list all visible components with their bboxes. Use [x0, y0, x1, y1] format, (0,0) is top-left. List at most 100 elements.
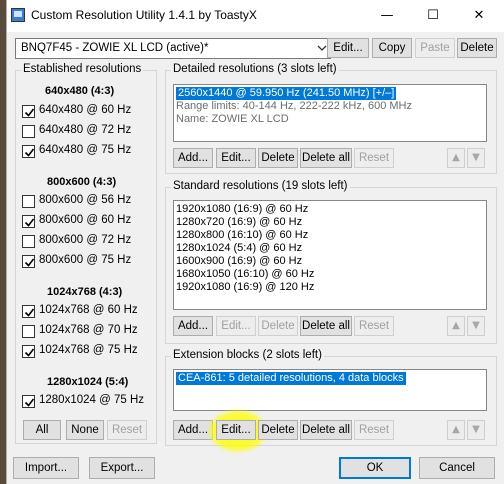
standard-reset-button[interactable]: Reset	[354, 316, 394, 336]
move-down-icon[interactable]: ▼	[467, 420, 485, 440]
checkbox-label: 800x600 @ 60 Hz	[39, 214, 132, 226]
move-up-icon[interactable]: ▲	[447, 148, 465, 168]
checkbox-label: 640x480 @ 60 Hz	[39, 104, 132, 116]
established-checkbox-1024x768-75[interactable]: 1024x768 @ 75 Hz	[22, 343, 152, 359]
established-checkbox-800x600-56[interactable]: 800x600 @ 56 Hz	[22, 193, 152, 209]
checkbox[interactable]	[22, 105, 35, 118]
extension-blocks-title: Extension blocks (2 slots left)	[171, 349, 324, 361]
move-down-icon[interactable]: ▼	[467, 148, 485, 168]
detailed-add-button[interactable]: Add...	[173, 148, 213, 168]
checkbox[interactable]	[22, 345, 35, 358]
checkbox-label: 1280x1024 @ 75 Hz	[39, 394, 145, 406]
checkbox[interactable]	[22, 395, 35, 408]
list-item[interactable]: 1600x900 (16:9) @ 60 Hz	[176, 255, 302, 268]
import-button[interactable]: Import...	[13, 457, 79, 479]
established-checkbox-1280x1024-75[interactable]: 1280x1024 @ 75 Hz	[22, 393, 152, 409]
extension-blocks-list[interactable]: CEA-861: 5 detailed resolutions, 4 data …	[173, 369, 487, 411]
minimize-icon[interactable]: —	[377, 6, 397, 26]
extension-edit-button[interactable]: Edit...	[216, 420, 256, 440]
extension-delete-all-button[interactable]: Delete all	[300, 420, 352, 440]
standard-add-button[interactable]: Add...	[173, 316, 213, 336]
standard-resolutions-title: Standard resolutions (19 slots left)	[171, 180, 350, 192]
established-all-button[interactable]: All	[23, 420, 61, 440]
established-checkbox-800x600-72[interactable]: 800x600 @ 72 Hz	[22, 233, 152, 249]
cancel-button[interactable]: Cancel	[419, 457, 495, 479]
extension-add-button[interactable]: Add...	[173, 420, 213, 440]
checkbox-label: 1024x768 @ 60 Hz	[39, 304, 138, 316]
move-up-icon[interactable]: ▲	[447, 316, 465, 336]
checkmark-icon	[24, 308, 35, 317]
established-checkbox-640x480-72[interactable]: 640x480 @ 72 Hz	[22, 123, 152, 139]
established-checkbox-640x480-60[interactable]: 640x480 @ 60 Hz	[22, 103, 152, 119]
checkbox-label: 1024x768 @ 75 Hz	[39, 344, 138, 356]
list-item[interactable]: 1680x1050 (16:10) @ 60 Hz	[176, 268, 314, 281]
established-reset-button[interactable]: Reset	[107, 420, 147, 440]
move-down-icon[interactable]: ▼	[467, 316, 485, 336]
standard-edit-button[interactable]: Edit...	[216, 316, 256, 336]
checkbox-label: 800x600 @ 72 Hz	[39, 234, 132, 246]
title-bar: Custom Resolution Utility 1.4.1 by Toast…	[7, 0, 504, 32]
monitor-edit-button[interactable]: Edit...	[327, 38, 369, 58]
list-item[interactable]: 1920x1080 (16:9) @ 60 Hz	[176, 203, 308, 216]
checkmark-icon	[24, 108, 35, 117]
app-window: Custom Resolution Utility 1.4.1 by Toast…	[6, 0, 504, 484]
checkbox[interactable]	[22, 305, 35, 318]
established-resolutions-title: Established resolutions	[21, 63, 144, 75]
detailed-resolutions-list[interactable]: 2560x1440 @ 59.950 Hz (241.50 MHz) [+/–]…	[173, 84, 487, 142]
checkbox[interactable]	[22, 145, 35, 158]
checkbox-label: 800x600 @ 56 Hz	[39, 194, 132, 206]
close-icon[interactable]: ✕	[469, 6, 489, 26]
checkmark-icon	[24, 218, 35, 227]
checkbox[interactable]	[22, 195, 35, 208]
checkmark-icon	[24, 398, 35, 407]
monitor-copy-button[interactable]: Copy	[372, 38, 412, 58]
checkbox[interactable]	[22, 125, 35, 138]
list-item[interactable]: 1920x1080 (16:9) @ 120 Hz	[176, 281, 314, 294]
detailed-delete-all-button[interactable]: Delete all	[300, 148, 352, 168]
extension-reset-button[interactable]: Reset	[354, 420, 394, 440]
export-button[interactable]: Export...	[89, 457, 155, 479]
established-none-button[interactable]: None	[66, 420, 104, 440]
checkmark-icon	[24, 148, 35, 157]
detailed-edit-button[interactable]: Edit...	[216, 148, 256, 168]
standard-delete-all-button[interactable]: Delete all	[300, 316, 352, 336]
chevron-down-icon	[317, 45, 327, 51]
ok-button[interactable]: OK	[339, 457, 411, 479]
list-item[interactable]: Range limits: 40-144 Hz, 222-222 kHz, 60…	[176, 100, 412, 113]
checkbox-label: 640x480 @ 75 Hz	[39, 144, 132, 156]
detailed-resolutions-title: Detailed resolutions (3 slots left)	[171, 63, 339, 75]
maximize-icon[interactable]: ☐	[423, 6, 443, 26]
checkmark-icon	[24, 348, 35, 357]
monitor-select-value: BNQ7F45 - ZOWIE XL LCD (active)*	[21, 42, 209, 54]
standard-delete-button[interactable]: Delete	[258, 316, 298, 336]
established-heading: 800x600 (4:3)	[47, 176, 117, 188]
detailed-delete-button[interactable]: Delete	[258, 148, 298, 168]
established-checkbox-1024x768-60[interactable]: 1024x768 @ 60 Hz	[22, 303, 152, 319]
app-icon	[11, 8, 25, 22]
established-heading: 1280x1024 (5:4)	[47, 376, 129, 388]
established-checkbox-800x600-60[interactable]: 800x600 @ 60 Hz	[22, 213, 152, 229]
monitor-select[interactable]: BNQ7F45 - ZOWIE XL LCD (active)*	[15, 38, 331, 59]
move-up-icon[interactable]: ▲	[447, 420, 465, 440]
checkbox[interactable]	[22, 235, 35, 248]
detailed-reset-button[interactable]: Reset	[354, 148, 394, 168]
standard-resolutions-list[interactable]: 1920x1080 (16:9) @ 60 Hz 1280x720 (16:9)…	[173, 200, 487, 310]
monitor-delete-button[interactable]: Delete	[457, 38, 497, 58]
list-item[interactable]: 1280x720 (16:9) @ 60 Hz	[176, 216, 302, 229]
list-item[interactable]: 1280x1024 (5:4) @ 60 Hz	[176, 242, 302, 255]
list-item[interactable]: Name: ZOWIE XL LCD	[176, 113, 289, 126]
established-heading: 640x480 (4:3)	[45, 85, 115, 97]
established-checkbox-800x600-75[interactable]: 800x600 @ 75 Hz	[22, 253, 152, 269]
checkbox[interactable]	[22, 325, 35, 338]
checkbox[interactable]	[22, 215, 35, 228]
list-item[interactable]: 1280x800 (16:10) @ 60 Hz	[176, 229, 308, 242]
monitor-paste-button[interactable]: Paste	[415, 38, 455, 58]
established-checkbox-1024x768-70[interactable]: 1024x768 @ 70 Hz	[22, 323, 152, 339]
extension-delete-button[interactable]: Delete	[258, 420, 298, 440]
checkbox[interactable]	[22, 255, 35, 268]
checkbox-label: 640x480 @ 72 Hz	[39, 124, 132, 136]
established-checkbox-640x480-75[interactable]: 640x480 @ 75 Hz	[22, 143, 152, 159]
checkmark-icon	[24, 258, 35, 267]
list-item[interactable]: CEA-861: 5 detailed resolutions, 4 data …	[176, 372, 406, 385]
list-item[interactable]: 2560x1440 @ 59.950 Hz (241.50 MHz) [+/–]	[176, 87, 397, 100]
